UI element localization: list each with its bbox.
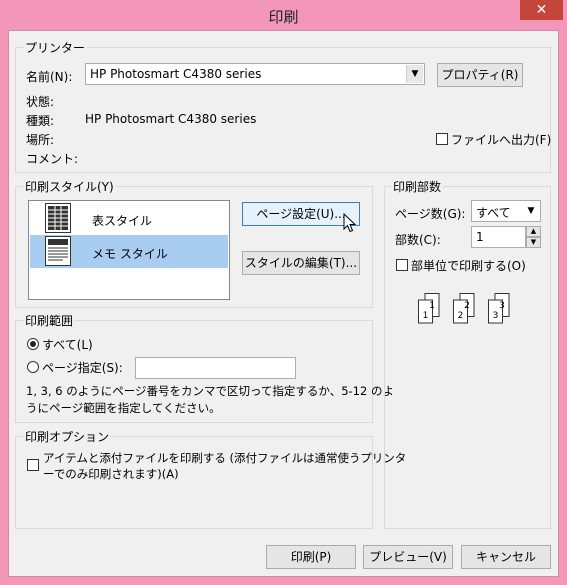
copies-increment-button[interactable]: ▲ [526,226,541,237]
type-label: 種類: [26,114,55,128]
copies-pages-select[interactable]: すべて ▼ [471,200,541,222]
status-label: 状態: [26,95,55,109]
title-bar[interactable]: 印刷 ✕ [0,0,567,30]
collate-checkbox[interactable] [396,259,408,271]
print-attachments-checkbox[interactable] [27,459,39,471]
copies-pages-value: すべて [476,206,511,220]
range-help-line-2: うにページ範囲を指定してください。 [26,401,221,415]
copies-pages-label: ページ数(G): [395,207,466,221]
range-all-label[interactable]: すべて(L) [42,336,93,353]
print-to-file-checkbox[interactable] [436,133,448,145]
printer-group-label: プリンター [23,39,88,56]
style-label-table: 表スタイル [92,214,153,228]
range-pages-label[interactable]: ページ指定(S): [42,359,123,376]
type-value: HP Photosmart C4380 series [85,112,257,126]
list-item-memo-style[interactable]: メモ スタイル [30,235,228,268]
print-dialog-window: 印刷 ✕ プリンター 名前(N): HP Photosmart C4380 se… [0,0,567,585]
range-help-line-1: 1, 3, 6 のようにページ番号をカンマで区切って指定するか、5-12 のよ [26,384,394,398]
collate-illustration-icon: 1 1 2 2 3 3 [418,293,510,324]
print-options-group-label: 印刷オプション [23,428,112,445]
print-attachments-label-line-2[interactable]: ーでのみ印刷されます)(A) [43,466,179,482]
printer-name-select[interactable]: HP Photosmart C4380 series ▼ [85,63,425,85]
copies-count-label: 部数(C): [395,233,441,247]
copies-group-label: 印刷部数 [391,178,444,195]
collate-page-number: 3 [499,301,505,311]
copies-decrement-button[interactable]: ▼ [526,237,541,248]
collate-page-number: 1 [423,311,429,321]
table-style-icon [45,203,71,233]
collate-page-number: 1 [429,301,435,311]
copies-count-value: 1 [476,230,484,244]
close-button[interactable]: ✕ [520,0,563,20]
print-attachments-label-line-1[interactable]: アイテムと添付ファイルを印刷する (添付ファイルは通常使うプリンタ [43,450,406,466]
printer-name-value: HP Photosmart C4380 series [90,67,262,81]
copies-count-input[interactable]: 1 [471,226,526,248]
range-pages-radio[interactable] [27,361,39,373]
range-all-radio[interactable] [27,338,39,350]
chevron-down-icon[interactable]: ▼ [406,65,423,83]
collate-page-number: 2 [464,301,470,311]
style-label-memo: メモ スタイル [92,247,168,261]
preview-button[interactable]: プレビュー(V) [363,545,453,569]
cancel-button[interactable]: キャンセル [461,545,551,569]
radio-dot [30,341,36,347]
location-label: 場所: [26,133,55,147]
spin-up-icon: ▲ [530,227,537,235]
printer-name-label: 名前(N): [26,70,73,84]
properties-button[interactable]: プロパティ(R) [437,63,523,87]
chevron-down-icon[interactable]: ▼ [523,202,539,220]
collate-page-number: 3 [493,311,499,321]
window-title: 印刷 [268,8,299,26]
close-icon: ✕ [535,2,548,18]
print-button[interactable]: 印刷(P) [266,545,356,569]
style-list[interactable]: 表スタイル メモ スタイル [28,200,230,300]
list-item-table-style[interactable]: 表スタイル [30,202,228,235]
page-range-input[interactable] [135,357,296,379]
spin-down-icon: ▼ [530,238,537,246]
print-to-file-label[interactable]: ファイルへ出力(F) [451,131,551,148]
collate-label[interactable]: 部単位で印刷する(O) [411,257,526,274]
print-style-group-label: 印刷スタイル(Y) [23,178,116,195]
dialog-body: プリンター 名前(N): HP Photosmart C4380 series … [8,30,559,577]
print-range-group-label: 印刷範囲 [23,312,76,329]
edit-styles-button[interactable]: スタイルの編集(T)... [242,251,360,275]
memo-style-icon [45,236,71,266]
comment-label: コメント: [26,152,79,166]
collate-page-number: 2 [458,311,464,321]
mouse-cursor-icon [343,213,357,233]
